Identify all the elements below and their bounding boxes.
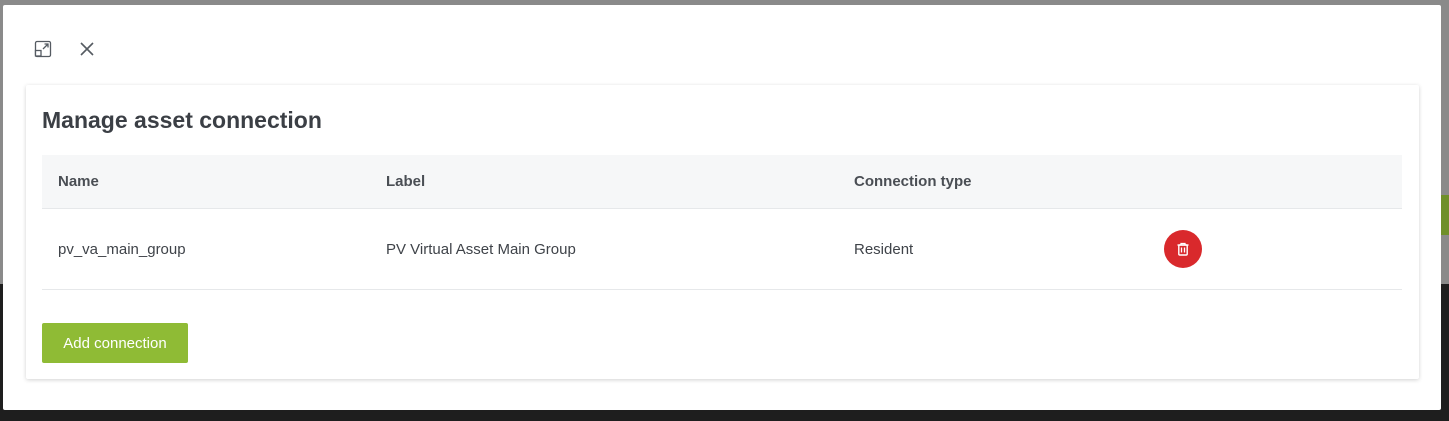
expand-icon[interactable] bbox=[31, 37, 55, 61]
cell-connection-type: Resident bbox=[854, 241, 914, 258]
column-header-connection-type: Connection type bbox=[854, 173, 972, 190]
modal-toolbar bbox=[31, 35, 99, 63]
trash-icon bbox=[1175, 241, 1191, 257]
cell-name: pv_va_main_group bbox=[58, 241, 186, 258]
add-connection-button[interactable]: Add connection bbox=[42, 323, 188, 363]
close-icon[interactable] bbox=[75, 37, 99, 61]
cell-label: PV Virtual Asset Main Group bbox=[386, 241, 576, 258]
table-header: Name Label Connection type bbox=[42, 155, 1402, 209]
column-header-name: Name bbox=[58, 173, 99, 190]
delete-connection-button[interactable] bbox=[1164, 230, 1202, 268]
connections-table: Name Label Connection type pv_va_main_gr… bbox=[42, 155, 1402, 290]
connection-card: Manage asset connection Name Label Conne… bbox=[26, 85, 1419, 379]
page-title: Manage asset connection bbox=[42, 107, 322, 133]
table-row: pv_va_main_group PV Virtual Asset Main G… bbox=[42, 209, 1402, 290]
column-header-label: Label bbox=[386, 173, 426, 190]
modal-dialog: Manage asset connection Name Label Conne… bbox=[3, 5, 1441, 410]
background-accent-strip bbox=[1440, 195, 1449, 235]
